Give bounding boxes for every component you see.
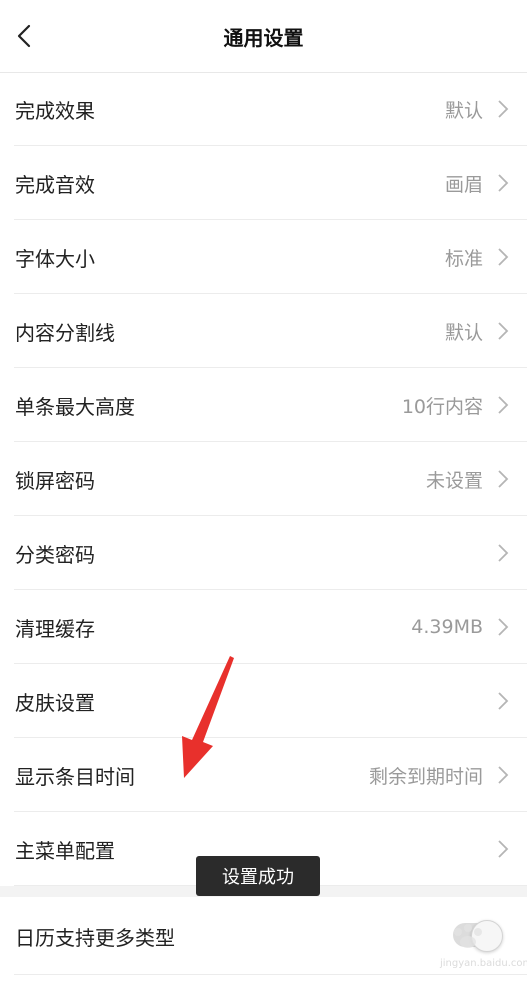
setting-lock-screen-password[interactable]: 锁屏密码 未设置 [0, 442, 527, 516]
header: 通用设置 [0, 0, 527, 73]
setting-value: 10行内容 [401, 395, 483, 418]
setting-item-time-display[interactable]: 显示条目时间 剩余到期时间 [0, 738, 527, 812]
setting-content-divider[interactable]: 内容分割线 默认 [0, 294, 527, 368]
setting-clear-cache[interactable]: 清理缓存 4.39MB [0, 590, 527, 664]
chevron-right-icon [498, 544, 509, 562]
paw-icon [454, 924, 482, 948]
setting-value: 默认 [444, 321, 483, 344]
setting-label: 完成音效 [15, 172, 95, 197]
setting-value: 标准 [444, 247, 483, 270]
chevron-right-icon [498, 766, 509, 784]
setting-skin[interactable]: 皮肤设置 [0, 664, 527, 738]
toast-message: 设置成功 [196, 856, 320, 896]
setting-value: 4.39MB [411, 616, 483, 638]
setting-label: 字体大小 [15, 246, 95, 271]
setting-completion-sound[interactable]: 完成音效 画眉 [0, 146, 527, 220]
setting-value: 画眉 [444, 173, 483, 196]
setting-font-size[interactable]: 字体大小 标准 [0, 220, 527, 294]
setting-label: 锁屏密码 [15, 468, 95, 493]
chevron-right-icon [498, 100, 509, 118]
setting-label: 日历支持更多类型 [15, 925, 175, 950]
chevron-right-icon [498, 470, 509, 488]
setting-value: 未设置 [425, 469, 483, 492]
chevron-right-icon [498, 322, 509, 340]
settings-list: 完成效果 默认 完成音效 画眉 字体大小 标准 内容分割线 默认 单条最大高度 … [0, 72, 527, 975]
setting-label: 内容分割线 [15, 320, 115, 345]
setting-label: 皮肤设置 [15, 690, 95, 715]
setting-max-item-height[interactable]: 单条最大高度 10行内容 [0, 368, 527, 442]
setting-label: 清理缓存 [15, 616, 95, 641]
chevron-right-icon [498, 618, 509, 636]
setting-label: 完成效果 [15, 98, 95, 123]
chevron-right-icon [498, 248, 509, 266]
watermark-url: jingyan.baidu.com [440, 958, 527, 969]
chevron-right-icon [498, 692, 509, 710]
setting-label: 分类密码 [15, 542, 95, 567]
setting-completion-effect[interactable]: 完成效果 默认 [0, 72, 527, 146]
chevron-right-icon [498, 174, 509, 192]
chevron-right-icon [498, 840, 509, 858]
setting-label: 主菜单配置 [15, 838, 115, 863]
setting-value: 默认 [444, 99, 483, 122]
setting-label: 单条最大高度 [15, 394, 135, 419]
setting-label: 显示条目时间 [15, 764, 135, 789]
page-title: 通用设置 [223, 26, 304, 50]
setting-category-password[interactable]: 分类密码 [0, 516, 527, 590]
setting-value: 剩余到期时间 [368, 765, 483, 788]
baidu-watermark-logo: jingyan.baidu.com [440, 918, 527, 976]
chevron-right-icon [498, 396, 509, 414]
